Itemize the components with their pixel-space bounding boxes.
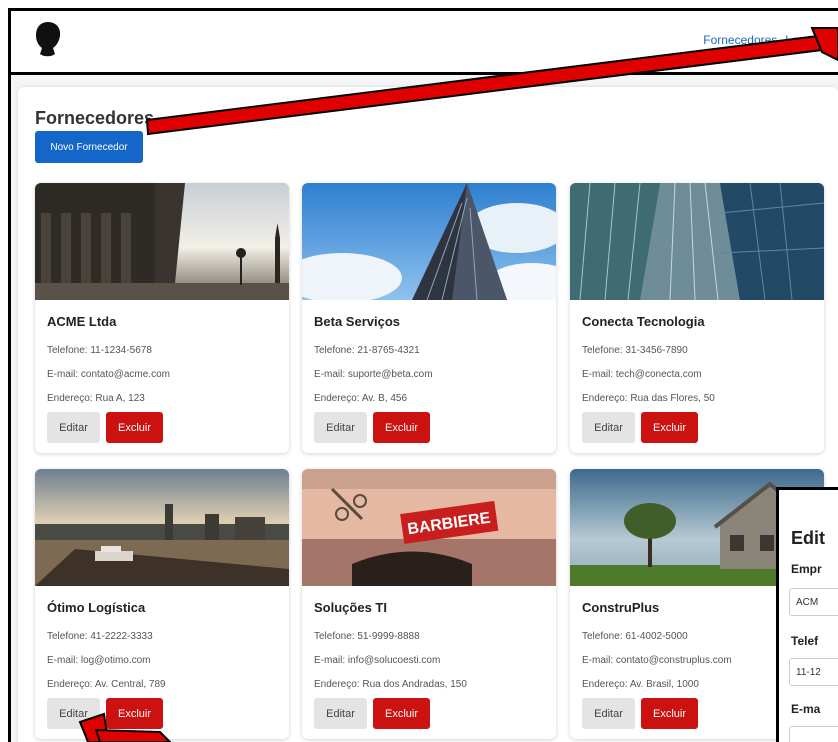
email-label: E-ma xyxy=(791,702,821,716)
supplier-email: E-mail: info@solucoesti.com xyxy=(314,655,441,666)
edit-panel-title: Edit xyxy=(791,528,825,548)
supplier-address: Endereço: Rua dos Andradas, 150 xyxy=(314,679,467,690)
supplier-name: ConstruPlus xyxy=(582,600,660,615)
supplier-photo xyxy=(35,183,289,300)
supplier-name: Beta Serviços xyxy=(314,314,400,329)
supplier-address: Endereço: Av. Central, 789 xyxy=(47,679,166,690)
navbar: Fornecedores Logout xyxy=(11,11,838,75)
delete-button[interactable]: Excluir xyxy=(373,698,430,729)
nav-links: Fornecedores Logout xyxy=(703,33,822,47)
supplier-photo: BARBIERE xyxy=(302,469,556,586)
delete-button[interactable]: Excluir xyxy=(641,698,698,729)
supplier-address: Endereço: Rua A, 123 xyxy=(47,393,145,404)
supplier-card: BARBIERE Soluções TI Telefone: 51-9999-8… xyxy=(302,469,556,739)
supplier-card: Conecta Tecnologia Telefone: 31-3456-789… xyxy=(570,183,824,453)
delete-button[interactable]: Excluir xyxy=(373,412,430,443)
telefone-label: Telef xyxy=(791,634,819,648)
browser-frame: Fornecedores Logout Fornecedores Novo Fo… xyxy=(8,8,838,742)
email-input[interactable] xyxy=(789,726,838,742)
supplier-photo xyxy=(302,183,556,300)
supplier-phone: Telefone: 51-9999-8888 xyxy=(314,631,420,642)
supplier-card: ACME Ltda Telefone: 11-1234-5678 E-mail:… xyxy=(35,183,289,453)
supplier-email: E-mail: contato@acme.com xyxy=(47,369,170,380)
empresa-label: Empr xyxy=(791,562,822,576)
edit-supplier-panel: Edit Empr ACM Telef 11-12 E-ma xyxy=(776,487,838,742)
nav-link-fornecedores[interactable]: Fornecedores xyxy=(703,33,777,47)
avatar-icon[interactable] xyxy=(31,20,65,58)
supplier-email: E-mail: log@otimo.com xyxy=(47,655,151,666)
supplier-phone: Telefone: 11-1234-5678 xyxy=(47,345,152,356)
supplier-photo xyxy=(35,469,289,586)
delete-button[interactable]: Excluir xyxy=(106,412,163,443)
supplier-name: Soluções TI xyxy=(314,600,387,615)
supplier-name: ACME Ltda xyxy=(47,314,117,329)
edit-button[interactable]: Editar xyxy=(47,412,100,443)
supplier-card: Beta Serviços Telefone: 21-8765-4321 E-m… xyxy=(302,183,556,453)
main-content: Fornecedores Novo Fornecedor ACME Ltda T… xyxy=(18,87,838,742)
supplier-name: Conecta Tecnologia xyxy=(582,314,705,329)
supplier-photo xyxy=(570,183,824,300)
edit-button[interactable]: Editar xyxy=(47,698,100,729)
supplier-address: Endereço: Av. Brasil, 1000 xyxy=(582,679,699,690)
edit-button[interactable]: Editar xyxy=(582,698,635,729)
edit-button[interactable]: Editar xyxy=(314,698,367,729)
nav-link-logout[interactable]: Logout xyxy=(785,33,822,47)
supplier-email: E-mail: contato@construplus.com xyxy=(582,655,732,666)
empresa-input[interactable]: ACM xyxy=(789,588,838,616)
edit-button[interactable]: Editar xyxy=(582,412,635,443)
supplier-email: E-mail: suporte@beta.com xyxy=(314,369,433,380)
supplier-phone: Telefone: 31-3456-7890 xyxy=(582,345,688,356)
supplier-email: E-mail: tech@conecta.com xyxy=(582,369,702,380)
supplier-phone: Telefone: 41-2222-3333 xyxy=(47,631,153,642)
delete-button[interactable]: Excluir xyxy=(106,698,163,729)
edit-button[interactable]: Editar xyxy=(314,412,367,443)
supplier-phone: Telefone: 61-4002-5000 xyxy=(582,631,688,642)
supplier-address: Endereço: Rua das Flores, 50 xyxy=(582,393,715,404)
new-supplier-button[interactable]: Novo Fornecedor xyxy=(35,131,143,163)
delete-button[interactable]: Excluir xyxy=(641,412,698,443)
page-title: Fornecedores xyxy=(35,108,155,128)
supplier-phone: Telefone: 21-8765-4321 xyxy=(314,345,420,356)
telefone-input[interactable]: 11-12 xyxy=(789,658,838,686)
supplier-address: Endereço: Av. B, 456 xyxy=(314,393,408,404)
supplier-card: Ótimo Logística Telefone: 41-2222-3333 E… xyxy=(35,469,289,739)
supplier-name: Ótimo Logística xyxy=(47,600,146,615)
